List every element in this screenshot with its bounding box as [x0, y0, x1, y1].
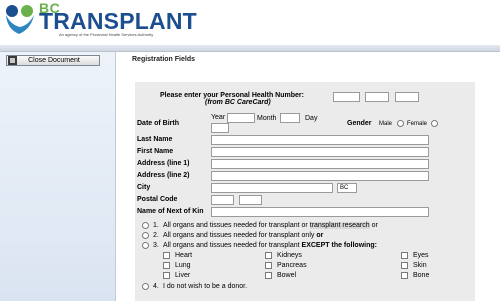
option-1-label: All organs and tissues needed for transp…	[163, 222, 378, 229]
header-band	[0, 45, 500, 52]
option-2-radio[interactable]	[142, 232, 149, 239]
province-field[interactable]: BC	[337, 183, 357, 193]
address-line1-label: Address (line 1)	[137, 160, 190, 167]
bc-transplant-logo-icon	[6, 5, 34, 34]
option-4-label: I do not wish to be a donor.	[163, 283, 248, 290]
option-1-text-highlight: transplant research	[309, 222, 370, 229]
option-2-label: All organs and tissues needed for transp…	[163, 232, 323, 239]
skin-checkbox[interactable]	[401, 262, 408, 269]
next-of-kin-label: Name of Next of Kin	[137, 208, 204, 215]
option-3-label: All organs and tissues needed for transp…	[163, 242, 377, 249]
city-field[interactable]	[211, 183, 333, 193]
month-label: Month	[257, 115, 277, 122]
first-name-label: First Name	[137, 148, 174, 155]
option-4-number: 4.	[153, 283, 159, 290]
bowel-label: Bowel	[277, 272, 297, 279]
option-3-number: 3.	[153, 242, 159, 249]
male-label: Male	[379, 121, 393, 127]
dob-year-field[interactable]	[227, 113, 255, 123]
postal-code-field-2[interactable]	[239, 195, 262, 205]
gender-label: Gender	[347, 120, 372, 127]
skin-label: Skin	[413, 262, 427, 269]
option-1-radio[interactable]	[142, 222, 149, 229]
bowel-checkbox[interactable]	[265, 272, 272, 279]
option-3-text-b: EXCEPT the following:	[301, 242, 377, 249]
address-line1-field[interactable]	[211, 159, 429, 169]
postal-code-label: Postal Code	[137, 196, 178, 203]
lung-label: Lung	[175, 262, 191, 269]
pancreas-label: Pancreas	[277, 262, 307, 269]
option-2-number: 2.	[153, 232, 159, 239]
male-radio[interactable]	[397, 120, 404, 127]
next-of-kin-field[interactable]	[211, 207, 429, 217]
first-name-field[interactable]	[211, 147, 429, 157]
option-1-text-a: All organs and tissues needed for transp…	[163, 222, 310, 229]
app-header: BC TRANSPLANT An agency of the Provincia…	[0, 0, 500, 44]
address-line2-field[interactable]	[211, 171, 429, 181]
phn-prompt: Please enter your Personal Health Number…	[160, 92, 304, 99]
option-1-text-c: or	[369, 222, 378, 229]
last-name-field[interactable]	[211, 135, 429, 145]
phn-field-1[interactable]	[333, 92, 360, 102]
dob-day-field[interactable]	[211, 123, 229, 133]
liver-label: Liver	[175, 272, 191, 279]
option-3-text-a: All organs and tissues needed for transp…	[163, 242, 302, 249]
day-label: Day	[305, 115, 318, 122]
dob-month-field[interactable]	[280, 113, 300, 123]
document-icon	[8, 56, 17, 65]
female-label: Female	[407, 121, 428, 127]
logo-name-text: TRANSPLANT	[39, 8, 197, 34]
main-content: Registration Fields Please enter your Pe…	[117, 52, 500, 301]
heart-checkbox[interactable]	[163, 252, 170, 259]
option-4-radio[interactable]	[142, 283, 149, 290]
option-3-radio[interactable]	[142, 242, 149, 249]
liver-checkbox[interactable]	[163, 272, 170, 279]
dob-label: Date of Birth	[137, 120, 179, 127]
option-2-text-b: or	[316, 232, 324, 239]
close-document-label: Close Document	[28, 57, 80, 64]
option-1-number: 1.	[153, 222, 159, 229]
postal-code-field-1[interactable]	[211, 195, 234, 205]
eyes-label: Eyes	[413, 252, 429, 259]
city-label: City	[137, 184, 151, 191]
bone-checkbox[interactable]	[401, 272, 408, 279]
last-name-label: Last Name	[137, 136, 173, 143]
phn-field-2[interactable]	[365, 92, 389, 102]
phn-field-3[interactable]	[395, 92, 419, 102]
option-2-text-a: All organs and tissues needed for transp…	[163, 232, 317, 239]
kidneys-label: Kidneys	[277, 252, 302, 259]
close-document-button[interactable]: Close Document	[6, 55, 100, 66]
logo-tagline: An agency of the Provincial Health Servi…	[59, 32, 154, 37]
address-line2-label: Address (line 2)	[137, 172, 190, 179]
phn-subtitle: (from BC CareCard)	[205, 99, 271, 106]
heart-label: Heart	[175, 252, 193, 259]
lung-checkbox[interactable]	[163, 262, 170, 269]
year-label: Year	[211, 114, 226, 121]
sidebar: Close Document	[0, 52, 116, 301]
female-radio[interactable]	[431, 120, 438, 127]
pancreas-checkbox[interactable]	[265, 262, 272, 269]
kidneys-checkbox[interactable]	[265, 252, 272, 259]
eyes-checkbox[interactable]	[401, 252, 408, 259]
bone-label: Bone	[413, 272, 430, 279]
page-title: Registration Fields	[132, 56, 196, 63]
